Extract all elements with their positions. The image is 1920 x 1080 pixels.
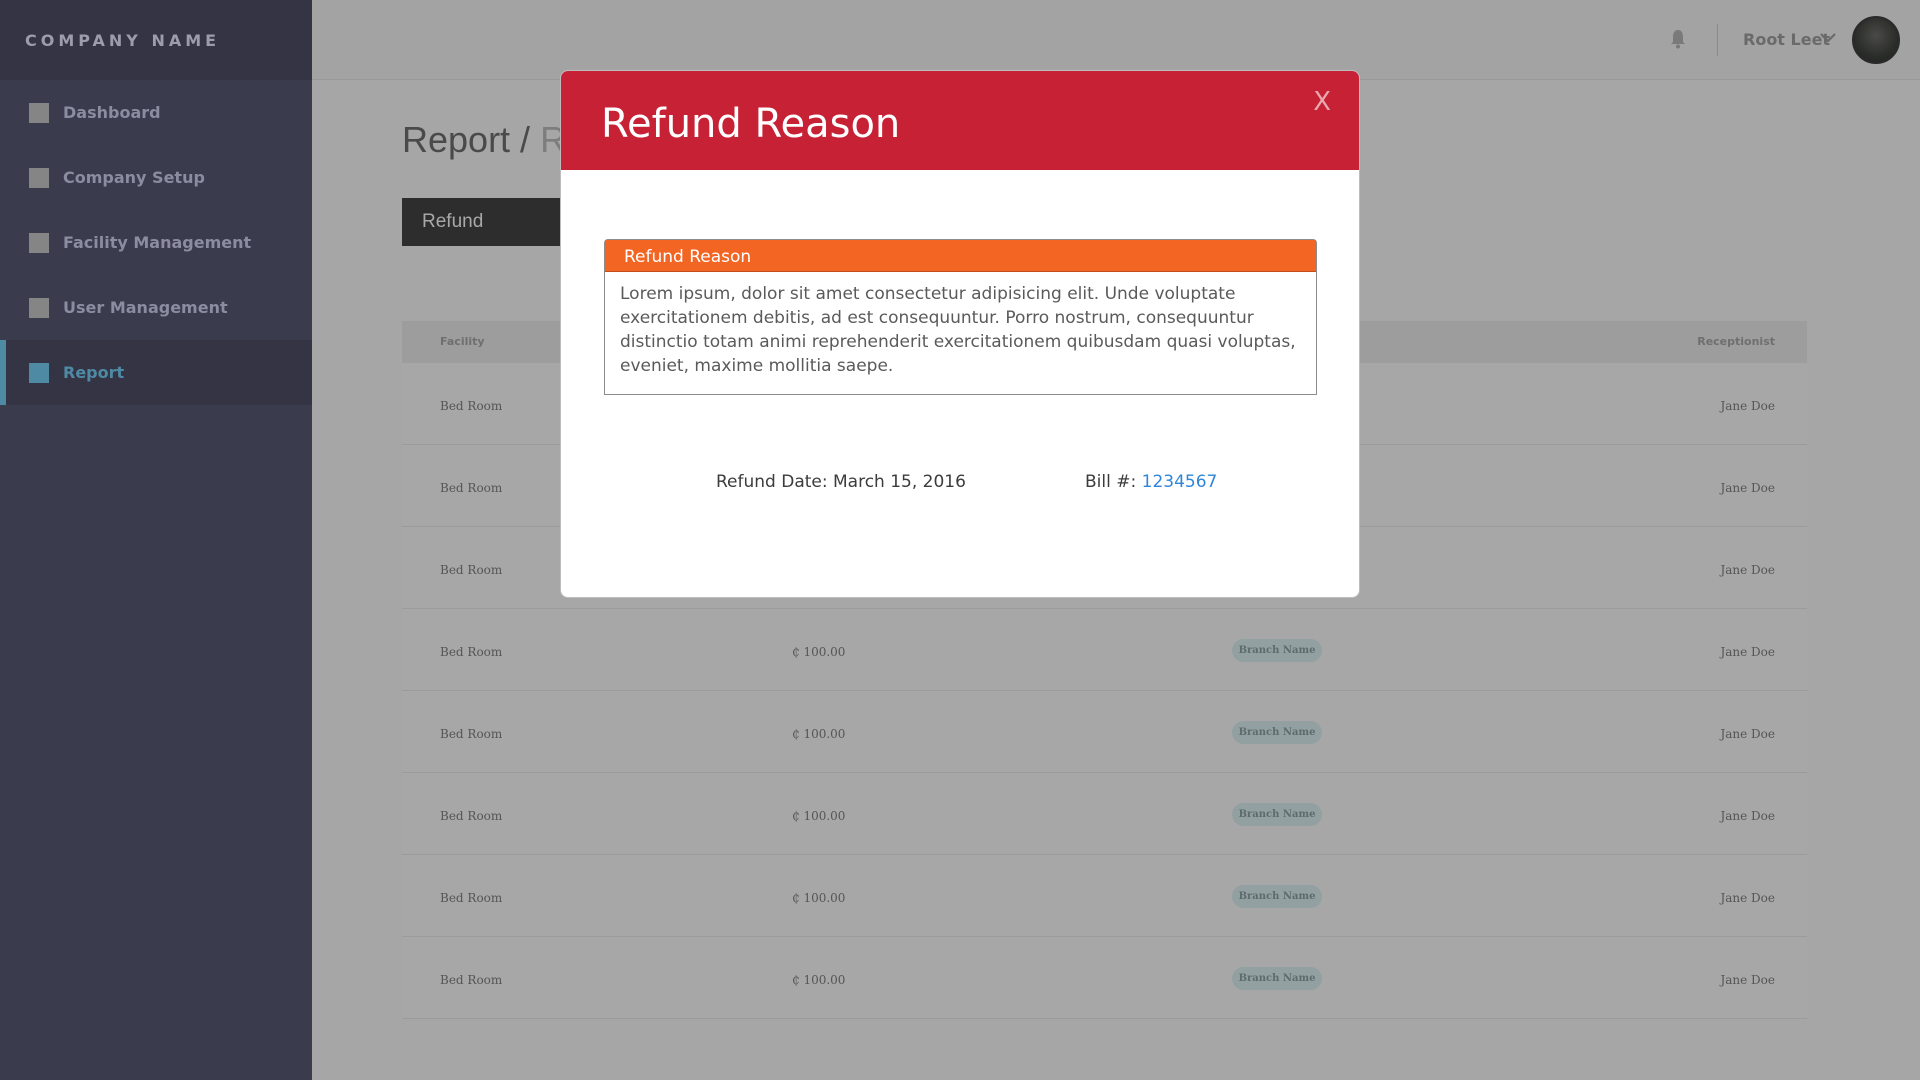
cell-receptionist: Jane Doe — [1720, 645, 1775, 659]
sidebar-item-label: Report — [63, 363, 125, 382]
cell-facility: Bed Room — [440, 973, 503, 987]
table-row[interactable]: Bed Room ₵ 100.00 Branch Name Jane Doe — [402, 773, 1807, 855]
cell-facility: Bed Room — [440, 891, 503, 905]
cell-receptionist: Jane Doe — [1720, 809, 1775, 823]
branch-badge: Branch Name — [1232, 721, 1322, 744]
brand-header: COMPANY NAME — [0, 0, 312, 80]
column-header-facility[interactable]: Facility — [440, 335, 485, 348]
sidebar-item-dashboard[interactable]: Dashboard — [0, 80, 312, 145]
sidebar-item-facility-management[interactable]: Facility Management — [0, 210, 312, 275]
sidebar-nav: Dashboard Company Setup Facility Managem… — [0, 80, 312, 405]
cell-receptionist: Jane Doe — [1720, 891, 1775, 905]
table-row[interactable]: Bed Room ₵ 100.00 Branch Name Jane Doe — [402, 855, 1807, 937]
cell-facility: Bed Room — [440, 809, 503, 823]
reason-text: Lorem ipsum, dolor sit amet consectetur … — [620, 284, 1296, 376]
cell-facility: Bed Room — [440, 727, 503, 741]
reason-panel: Refund Reason Lorem ipsum, dolor sit ame… — [604, 239, 1317, 395]
refund-reason-modal: Refund Reason X Refund Reason Lorem ipsu… — [560, 70, 1360, 598]
sidebar-item-label: Company Setup — [63, 168, 205, 187]
sidebar-item-company-setup[interactable]: Company Setup — [0, 145, 312, 210]
cell-amount: ₵ 100.00 — [792, 727, 846, 741]
cell-facility: Bed Room — [440, 481, 503, 495]
sidebar-item-label: User Management — [63, 298, 228, 317]
cell-receptionist: Jane Doe — [1720, 399, 1775, 413]
bill-label: Bill #: — [1085, 472, 1142, 492]
dashboard-icon — [29, 102, 49, 123]
modal-header: Refund Reason X — [561, 71, 1359, 170]
facility-management-icon — [29, 232, 49, 253]
reason-panel-heading: Refund Reason — [605, 240, 1316, 272]
table-row[interactable]: Bed Room ₵ 100.00 Branch Name Jane Doe — [402, 609, 1807, 691]
user-name[interactable]: Root Leet — [1743, 30, 1830, 49]
bill-info: Bill #: 1234567 — [1085, 472, 1217, 492]
page-title: Report / Re — [402, 119, 586, 161]
page-title-main: Report / — [402, 119, 541, 160]
bell-icon[interactable] — [1669, 28, 1687, 50]
sidebar-item-label: Dashboard — [63, 103, 161, 122]
table-row[interactable]: Bed Room ₵ 100.00 Branch Name Jane Doe — [402, 937, 1807, 1019]
modal-title: Refund Reason — [601, 101, 901, 147]
cell-amount: ₵ 100.00 — [792, 973, 846, 987]
cell-facility: Bed Room — [440, 399, 503, 413]
cell-facility: Bed Room — [440, 563, 503, 577]
cell-amount: ₵ 100.00 — [792, 645, 846, 659]
report-icon — [29, 362, 49, 383]
branch-badge: Branch Name — [1232, 803, 1322, 826]
branch-badge: Branch Name — [1232, 639, 1322, 662]
cell-receptionist: Jane Doe — [1720, 973, 1775, 987]
cell-amount: ₵ 100.00 — [792, 809, 846, 823]
header-divider — [1717, 24, 1718, 56]
sidebar: COMPANY NAME Dashboard Company Setup Fac… — [0, 0, 312, 1080]
avatar[interactable] — [1852, 16, 1900, 64]
cell-receptionist: Jane Doe — [1720, 563, 1775, 577]
sidebar-item-label: Facility Management — [63, 233, 252, 252]
table-row[interactable]: Bed Room ₵ 100.00 Branch Name Jane Doe — [402, 691, 1807, 773]
branch-badge: Branch Name — [1232, 885, 1322, 908]
refund-date: Refund Date: March 15, 2016 — [716, 472, 966, 492]
cell-facility: Bed Room — [440, 645, 503, 659]
sidebar-item-report[interactable]: Report — [0, 340, 312, 405]
close-button[interactable]: X — [1313, 87, 1331, 117]
company-setup-icon — [29, 167, 49, 188]
cell-receptionist: Jane Doe — [1720, 481, 1775, 495]
column-header-receptionist[interactable]: Receptionist — [1697, 335, 1775, 348]
cell-amount: ₵ 100.00 — [792, 891, 846, 905]
sidebar-item-user-management[interactable]: User Management — [0, 275, 312, 340]
branch-badge: Branch Name — [1232, 967, 1322, 990]
bill-number-link[interactable]: 1234567 — [1142, 472, 1218, 492]
user-management-icon — [29, 297, 49, 318]
chevron-down-icon[interactable] — [1820, 31, 1836, 45]
cell-receptionist: Jane Doe — [1720, 727, 1775, 741]
company-name: COMPANY NAME — [25, 30, 221, 50]
